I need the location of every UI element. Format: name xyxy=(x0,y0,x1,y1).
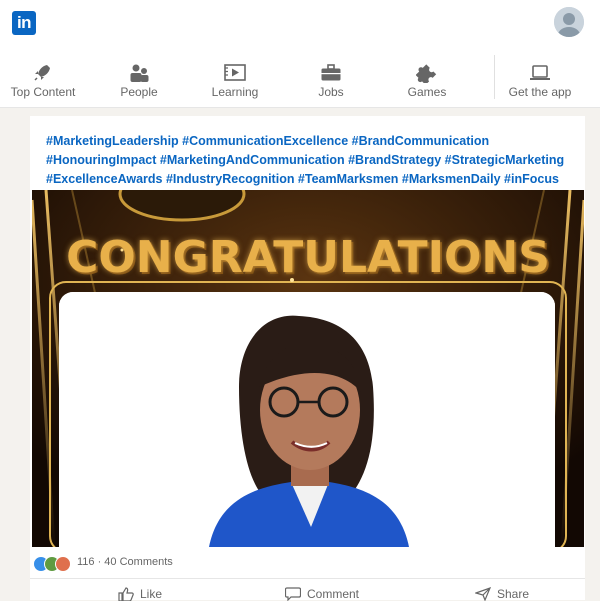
nav-get-the-app[interactable]: Get the app xyxy=(505,45,575,107)
post-actions: Like Comment Share xyxy=(30,578,585,601)
primary-nav: Top Content People Learning Jobs Games G… xyxy=(0,45,600,108)
like-button[interactable]: Like xyxy=(118,587,163,601)
play-icon xyxy=(224,64,246,81)
nav-label: Jobs xyxy=(318,85,344,99)
profile-avatar[interactable] xyxy=(554,7,584,37)
laptop-icon xyxy=(530,65,550,80)
nav-top-content[interactable]: Top Content xyxy=(8,45,78,107)
comment-label: Comment xyxy=(307,587,360,601)
share-label: Share xyxy=(497,587,530,601)
nav-label: Games xyxy=(407,85,447,99)
share-button[interactable]: Share xyxy=(475,587,530,601)
comment-icon xyxy=(285,587,301,601)
post-hashtags: #MarketingLeadership #CommunicationExcel… xyxy=(46,132,576,189)
like-label: Like xyxy=(140,587,163,601)
congratulations-banner-text: CONGRATULATIONS xyxy=(66,232,550,283)
nav-divider xyxy=(494,55,495,99)
hashtag-line[interactable]: #ExcellenceAwards #IndustryRecognition #… xyxy=(46,170,576,189)
nav-jobs[interactable]: Jobs xyxy=(301,45,361,107)
person-portrait xyxy=(59,292,555,547)
top-bar: in xyxy=(0,0,600,45)
person-photo xyxy=(59,292,555,547)
linkedin-logo[interactable]: in xyxy=(12,11,36,35)
comment-button[interactable]: Comment xyxy=(285,587,360,601)
briefcase-icon xyxy=(321,64,341,81)
nav-people[interactable]: People xyxy=(109,45,169,107)
reactions-comments-count[interactable]: 116 · 40 Comments xyxy=(77,556,173,568)
nav-label: People xyxy=(120,85,158,99)
nav-label: Learning xyxy=(211,85,259,99)
love-reaction-icon xyxy=(55,556,71,572)
hashtag-line[interactable]: #MarketingLeadership #CommunicationExcel… xyxy=(46,132,576,151)
nav-label: Get the app xyxy=(508,85,572,99)
send-icon xyxy=(475,587,491,601)
hashtag-line[interactable]: #HonouringImpact #MarketingAndCommunicat… xyxy=(46,151,576,170)
nav-games[interactable]: Games xyxy=(397,45,457,107)
puzzle-icon xyxy=(416,64,437,83)
nav-label: Top Content xyxy=(10,85,76,99)
rocket-icon xyxy=(34,65,50,81)
nav-learning[interactable]: Learning xyxy=(205,45,265,107)
thumbs-up-icon xyxy=(118,587,134,601)
avatar-silhouette-icon xyxy=(554,7,584,37)
people-icon xyxy=(130,64,149,82)
